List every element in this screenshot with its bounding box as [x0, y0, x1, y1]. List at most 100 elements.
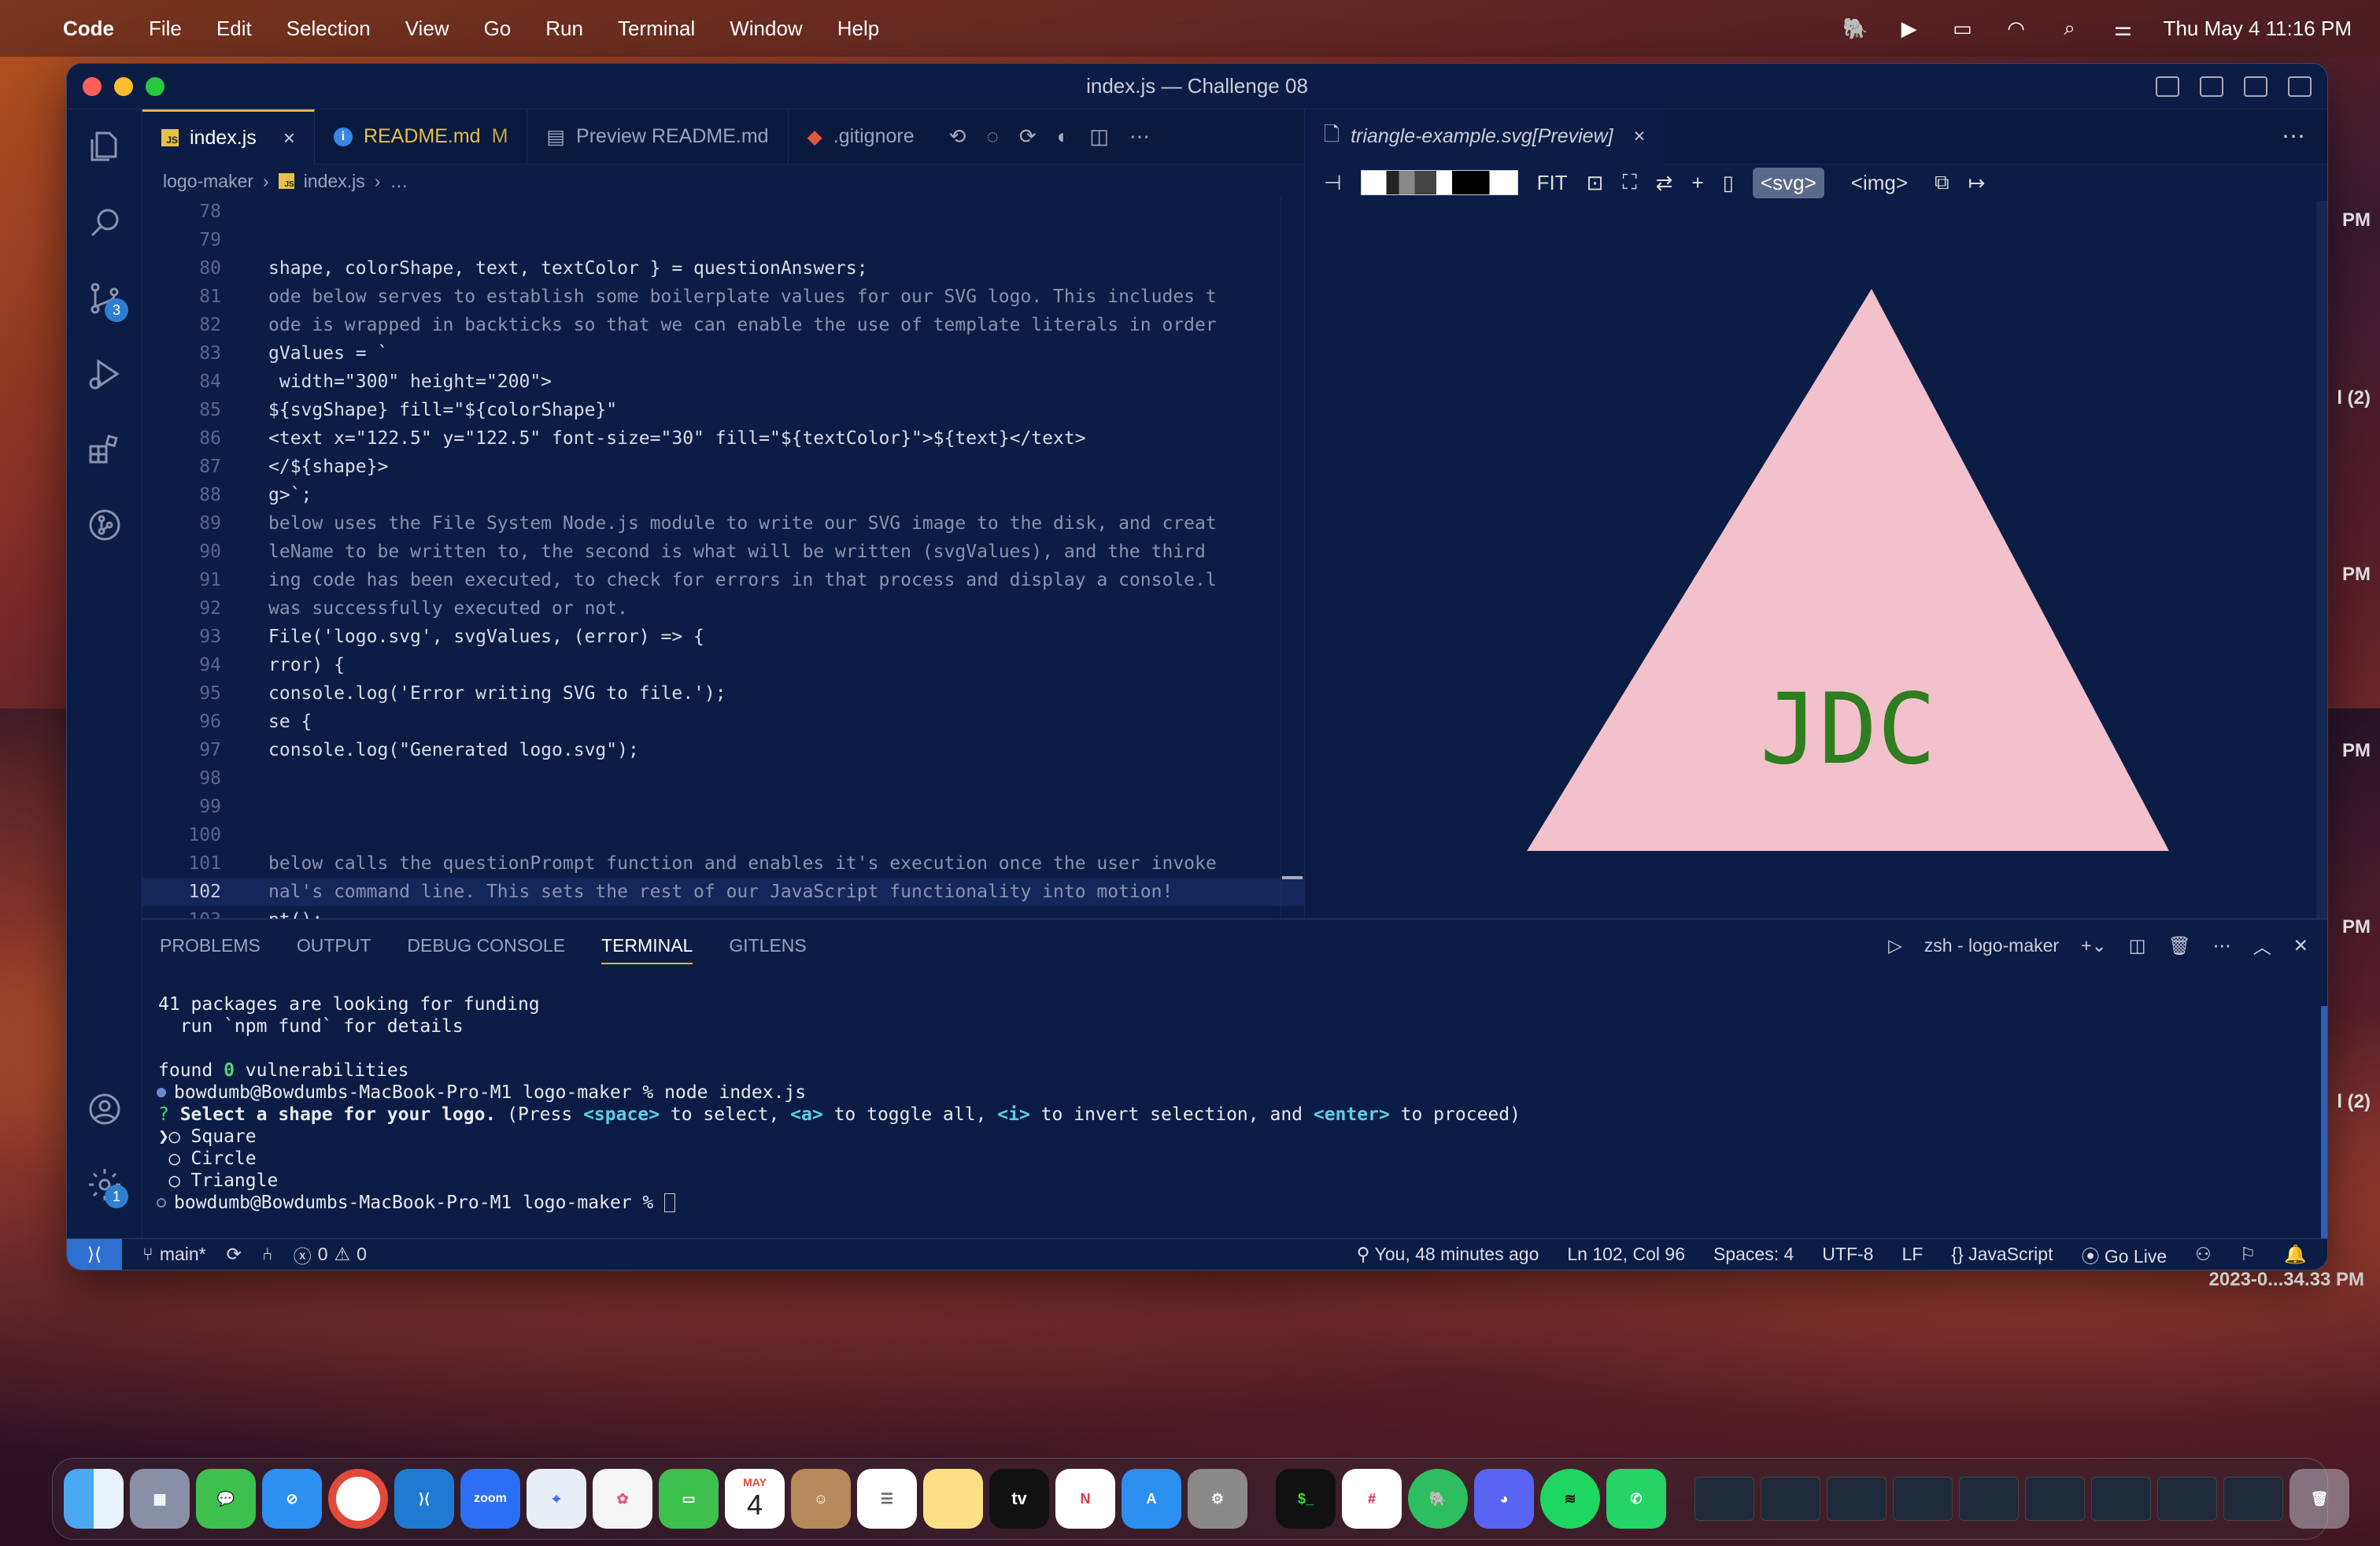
code-line[interactable]: 85 ${svgShape} fill="${colorShape}" [142, 396, 1304, 424]
terminal-name[interactable]: zsh - logo-maker [1924, 935, 2059, 956]
apple-tv-icon[interactable]: tv [989, 1469, 1049, 1529]
facetime-icon[interactable]: ▭ [659, 1469, 719, 1529]
more-actions-icon[interactable]: ⋯ [1129, 124, 1150, 149]
terminal-app-icon[interactable]: $_ [1276, 1469, 1336, 1529]
branch-indicator[interactable]: ⑂ main* [142, 1244, 206, 1265]
gitlens-icon[interactable] [67, 487, 142, 563]
code-line[interactable]: 103pt(); [142, 906, 1304, 919]
minimized-window[interactable] [2223, 1477, 2283, 1521]
media-play-icon[interactable]: ▶ [1896, 17, 1923, 40]
split-terminal-icon[interactable]: ◫ [2129, 935, 2146, 956]
spotify-icon[interactable]: ≋ [1540, 1469, 1600, 1529]
more-actions-icon[interactable]: ⋯ [2213, 935, 2231, 956]
gitlens-launchpad-icon[interactable]: ⑃ [262, 1244, 273, 1265]
git-commit-prev-icon[interactable]: ◌ [986, 124, 998, 149]
problems-indicator[interactable]: ⓧ 0 ⚠ 0 [294, 1241, 367, 1268]
finder-icon[interactable] [64, 1469, 124, 1529]
minimized-window[interactable] [1761, 1477, 1820, 1521]
language-mode[interactable]: {} JavaScript [1951, 1244, 2053, 1265]
notes-icon[interactable] [923, 1469, 983, 1529]
code-line[interactable]: 97 console.log("Generated logo.svg"); [142, 736, 1304, 764]
zoom-fit-icon[interactable]: ⊡ [1587, 171, 1604, 195]
split-editor-icon[interactable]: ◫ [1089, 124, 1109, 149]
code-line[interactable]: 88 g>`; [142, 481, 1304, 509]
code-line[interactable]: 91 ing code has been executed, to check f… [142, 566, 1304, 594]
menu-help[interactable]: Help [837, 17, 879, 41]
photos-icon[interactable]: ✿ [593, 1469, 652, 1529]
open-file-icon[interactable]: ▯ [1723, 171, 1734, 195]
code-line[interactable]: 98 [142, 764, 1304, 793]
evernote-icon[interactable]: 🐘 [1408, 1469, 1468, 1529]
chrome-icon[interactable] [328, 1469, 388, 1529]
maps-icon[interactable]: ⌖ [527, 1469, 586, 1529]
trash-can-icon[interactable]: 🗑 [2289, 1469, 2349, 1529]
menu-window[interactable]: Window [730, 17, 802, 41]
terminal-scrollbar[interactable] [2321, 1006, 2327, 1242]
search-icon[interactable] [67, 185, 142, 261]
menu-terminal[interactable]: Terminal [618, 17, 695, 41]
spotlight-search-icon[interactable]: ⌕ [2057, 16, 2083, 40]
blame-indicator[interactable]: ⚲ You, 48 minutes ago [1357, 1244, 1539, 1265]
feedback-icon[interactable]: ⚐ [2240, 1244, 2256, 1265]
notifications-bell-icon[interactable]: 🔔 [2284, 1244, 2307, 1265]
menu-run[interactable]: Run [545, 17, 583, 41]
tab-gitlens[interactable]: GITLENS [729, 935, 806, 956]
editor-scrollbar[interactable] [1281, 198, 1304, 919]
system-settings-icon[interactable]: ⚙ [1188, 1469, 1247, 1529]
code-line[interactable]: 93 File('logo.svg', svgValues, (error) =>… [142, 623, 1304, 651]
sync-icon[interactable]: ⟳ [227, 1244, 242, 1265]
code-editor[interactable]: 78 79 80 shape, colorShape, text, textColor… [142, 198, 1304, 919]
launchpad-icon[interactable]: ▦ [130, 1469, 190, 1529]
news-icon[interactable]: N [1055, 1469, 1115, 1529]
code-line[interactable]: 102 nal's command line. This sets the res… [142, 878, 1304, 906]
code-line[interactable]: 87 </${shape}> [142, 453, 1304, 481]
close-tab-icon[interactable]: × [1634, 125, 1646, 148]
minimized-window[interactable] [2025, 1477, 2085, 1521]
export-icon[interactable]: ↦ [1968, 171, 1986, 195]
prompt-option-circle[interactable]: ◯ Circle [158, 1148, 2304, 1170]
close-tab-icon[interactable]: × [283, 126, 295, 150]
code-line[interactable]: 99 [142, 793, 1304, 821]
menubar-clock[interactable]: Thu May 4 11:16 PM [2164, 17, 2352, 41]
pin-icon[interactable]: ⊣ [1324, 171, 1342, 195]
minimized-window[interactable] [1959, 1477, 2019, 1521]
tab-svg-preview[interactable]: 🗋 triangle-example.svg[Preview] × [1305, 109, 1665, 165]
tab-preview-readme[interactable]: ▤ Preview README.md [527, 109, 789, 165]
battery-icon[interactable]: ▭ [1949, 17, 1976, 40]
timeline-icon[interactable]: ◐ [1057, 124, 1070, 149]
go-live-button[interactable]: ⦿ Go Live [2081, 1241, 2167, 1268]
app-store-icon[interactable]: A [1122, 1469, 1181, 1529]
maximize-panel-icon[interactable]: ︿ [2253, 932, 2271, 959]
minimized-window[interactable] [1893, 1477, 1953, 1521]
menu-selection[interactable]: Selection [286, 17, 371, 41]
img-mode-button[interactable]: <img> [1843, 168, 1916, 198]
tab-problems[interactable]: PROBLEMS [160, 935, 261, 956]
breadcrumb-file[interactable]: index.js [304, 171, 365, 192]
minimized-window[interactable] [2091, 1477, 2151, 1521]
tab-output[interactable]: OUTPUT [297, 935, 371, 956]
indentation[interactable]: Spaces: 4 [1713, 1244, 1794, 1265]
trash-icon[interactable]: 🗑 [2168, 935, 2191, 956]
whatsapp-icon[interactable]: ✆ [1606, 1469, 1666, 1529]
tab-debug-console[interactable]: DEBUG CONSOLE [407, 935, 565, 956]
explorer-icon[interactable] [67, 109, 142, 185]
more-actions-icon[interactable]: ⋯ [2282, 123, 2305, 150]
toggle-primary-sidebar-icon[interactable] [2156, 76, 2179, 97]
svg-mode-button[interactable]: <svg> [1752, 167, 1824, 198]
code-line[interactable]: 84 width="300" height="200"> [142, 368, 1304, 396]
safari-icon[interactable]: ⊘ [262, 1469, 322, 1529]
source-control-icon[interactable]: 3 [67, 261, 142, 336]
code-line[interactable]: 95 console.log('Error writing SVG to file… [142, 679, 1304, 708]
code-line[interactable]: 81 ode below serves to establish some boi… [142, 283, 1304, 311]
manage-gear-icon[interactable]: 1 [67, 1147, 142, 1222]
reminders-icon[interactable]: ☰ [857, 1469, 917, 1529]
fit-button[interactable]: FIT [1537, 171, 1568, 195]
new-terminal-icon[interactable]: +⌄ [2081, 935, 2107, 956]
code-line[interactable]: 100 [142, 821, 1304, 849]
zoom-icon[interactable]: zoom [460, 1469, 520, 1529]
tab-readme-md[interactable]: i README.md M [315, 109, 528, 165]
code-line[interactable]: 90 leName to be written to, the second is… [142, 538, 1304, 566]
copy-icon[interactable]: ⧉ [1935, 170, 1949, 195]
wifi-icon[interactable]: ◠ [2003, 17, 2030, 40]
code-line[interactable]: 82 ode is wrapped in backticks so that we… [142, 311, 1304, 339]
